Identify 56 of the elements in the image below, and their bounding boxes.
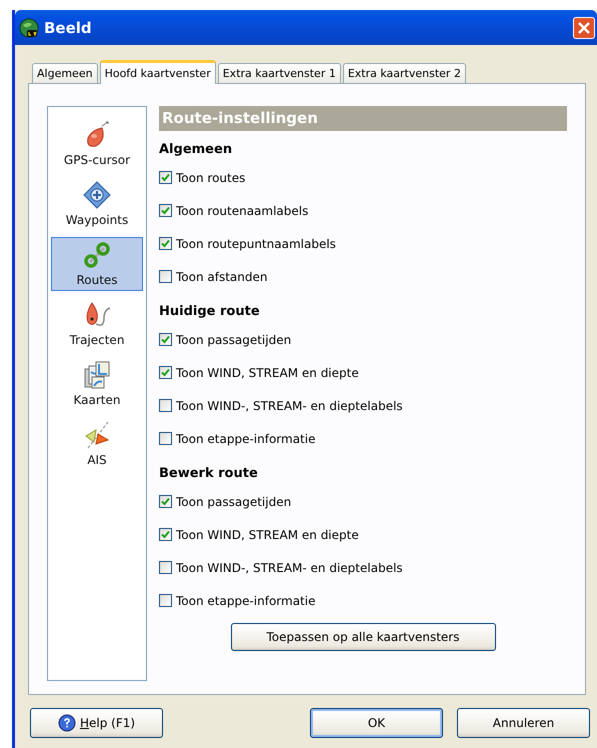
globe-icon (19, 18, 39, 38)
close-button[interactable] (573, 16, 595, 38)
checkbox-label: Toon passagetijden (176, 494, 292, 508)
checkbox[interactable] (159, 561, 172, 574)
sidebar-label: GPS-cursor (64, 153, 130, 167)
tab[interactable]: Extra kaartvenster 2 (342, 63, 466, 83)
sidebar-item[interactable]: Waypoints (51, 177, 143, 231)
chain-icon (82, 240, 112, 270)
sidebar-label: Kaarten (74, 393, 120, 407)
checkbox[interactable] (159, 528, 172, 541)
checkbox[interactable] (159, 237, 172, 250)
checkbox[interactable] (159, 432, 172, 445)
checkbox-label: Toon routenaamlabels (176, 204, 308, 218)
checkbox[interactable] (159, 171, 172, 184)
checkbox-label: Toon routes (176, 170, 246, 184)
checkbox[interactable] (159, 495, 172, 508)
checkbox-label: Toon WIND-, STREAM- en dieptelabels (176, 560, 403, 574)
checkbox-label: Toon etappe-informatie (176, 594, 316, 608)
maps-icon (82, 360, 112, 390)
sidebar-item[interactable]: GPS-cursor (51, 117, 143, 171)
checkbox-label: Toon passagetijden (176, 332, 292, 346)
checkbox-label: Toon routepuntnaamlabels (176, 236, 336, 250)
checkbox[interactable] (159, 366, 172, 379)
sidebar-item[interactable]: Routes (51, 237, 143, 291)
section-heading: Huidige route (159, 303, 261, 321)
panel-title: Route-instellingen (159, 106, 567, 131)
help-button[interactable]: Help (F1) (30, 708, 163, 738)
checkbox-label: Toon WIND, STREAM en diepte (176, 528, 359, 542)
sidebar-label: Routes (76, 273, 118, 287)
cancel-button[interactable]: Annuleren (457, 708, 590, 738)
section-heading: Bewerk route (159, 465, 259, 483)
window-title: Beeld (44, 18, 93, 36)
sidebar-item[interactable]: Kaarten (51, 357, 143, 411)
sidebar-label: Trajecten (70, 333, 124, 347)
checkbox[interactable] (159, 204, 172, 217)
close-icon (577, 20, 591, 34)
checkbox-label: Toon WIND-, STREAM- en dieptelabels (176, 398, 403, 412)
checkbox-label: Toon WIND, STREAM en diepte (176, 366, 359, 380)
sidebar-label: Waypoints (66, 213, 128, 227)
checkbox[interactable] (159, 270, 172, 283)
tab[interactable]: Algemeen (32, 63, 98, 83)
sidebar-item[interactable]: AIS (51, 417, 143, 471)
checkbox[interactable] (159, 399, 172, 412)
checkbox-label: Toon etappe-informatie (176, 432, 316, 446)
sidebar-label: AIS (87, 453, 107, 467)
checkbox-label: Toon afstanden (176, 270, 268, 284)
sidebar-item[interactable]: Trajecten (51, 297, 143, 351)
help-icon (58, 714, 76, 732)
checkbox[interactable] (159, 333, 172, 346)
tab[interactable]: Hoofd kaartvenster (100, 60, 216, 84)
section-heading: Algemeen (159, 141, 234, 159)
apply-button[interactable]: Toepassen op alle kaartvensters (230, 623, 496, 651)
ok-button[interactable]: OK (310, 708, 443, 738)
diamond-icon (82, 180, 112, 210)
checkbox[interactable] (159, 594, 172, 607)
tab[interactable]: Extra kaartvenster 1 (218, 63, 341, 83)
